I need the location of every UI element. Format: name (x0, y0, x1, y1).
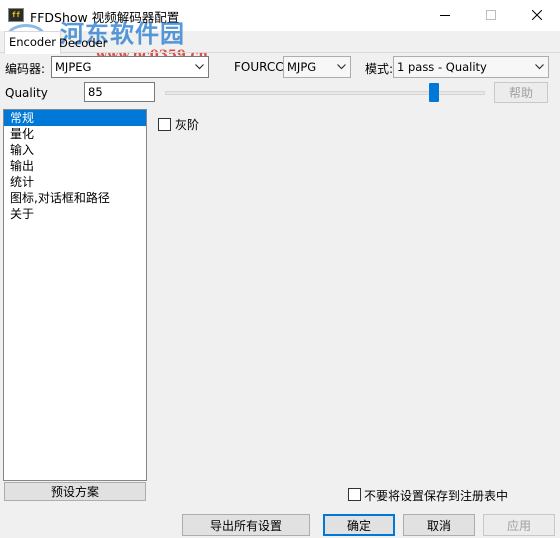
mode-value: 1 pass - Quality (397, 60, 487, 74)
sidebar-item-output[interactable]: 输出 (4, 158, 146, 174)
help-button[interactable]: 帮助 (494, 82, 548, 103)
close-icon (532, 10, 542, 20)
fourcc-dropdown[interactable]: MJPG (283, 56, 351, 78)
grayscale-label: 灰阶 (175, 118, 200, 132)
quality-slider-thumb[interactable] (428, 83, 439, 102)
chevron-down-icon (195, 64, 204, 70)
sidebar-item-icons-dialogs-paths[interactable]: 图标,对话框和路径 (4, 190, 146, 206)
settings-page-list[interactable]: 常规 量化 输入 输出 统计 图标,对话框和路径 关于 (3, 109, 147, 481)
encoder-label: 编码器: (5, 62, 46, 76)
chevron-down-icon (337, 64, 346, 70)
sidebar-item-quantization[interactable]: 量化 (4, 126, 146, 142)
settings-panel: 灰阶 (149, 109, 556, 481)
export-all-settings-button[interactable]: 导出所有设置 (182, 514, 310, 536)
close-button[interactable] (514, 0, 560, 30)
grayscale-checkbox[interactable] (158, 118, 171, 131)
minimize-icon (440, 15, 450, 16)
tab-strip: Encoder Decoder (0, 31, 560, 54)
presets-button[interactable]: 预设方案 (4, 482, 146, 501)
maximize-button[interactable] (468, 0, 514, 30)
ok-button[interactable]: 确定 (323, 514, 395, 536)
sidebar-item-statistics[interactable]: 统计 (4, 174, 146, 190)
tab-encoder[interactable]: Encoder (4, 31, 62, 54)
mode-dropdown[interactable]: 1 pass - Quality (393, 56, 549, 78)
fourcc-label: FOURCC: (234, 60, 288, 74)
sidebar-item-input[interactable]: 输入 (4, 142, 146, 158)
sidebar-item-about[interactable]: 关于 (4, 206, 146, 222)
maximize-icon (486, 10, 496, 20)
minimize-button[interactable] (422, 0, 468, 30)
no-registry-label: 不要将设置保存到注册表中 (364, 489, 509, 503)
quality-label: Quality (5, 86, 48, 100)
fourcc-value: MJPG (287, 60, 317, 74)
sidebar-item-general[interactable]: 常规 (4, 110, 146, 126)
tab-decoder[interactable]: Decoder (55, 33, 111, 53)
ffdshow-app-icon: ff (8, 8, 24, 22)
encoder-dropdown[interactable]: MJPEG (51, 56, 209, 78)
quality-input[interactable]: 85 (84, 82, 155, 102)
no-registry-checkbox[interactable] (348, 488, 361, 501)
encoder-value: MJPEG (55, 60, 92, 74)
cancel-button[interactable]: 取消 (403, 514, 475, 536)
apply-button[interactable]: 应用 (483, 514, 555, 536)
chevron-down-icon (535, 64, 544, 70)
mode-label: 模式: (365, 62, 394, 76)
